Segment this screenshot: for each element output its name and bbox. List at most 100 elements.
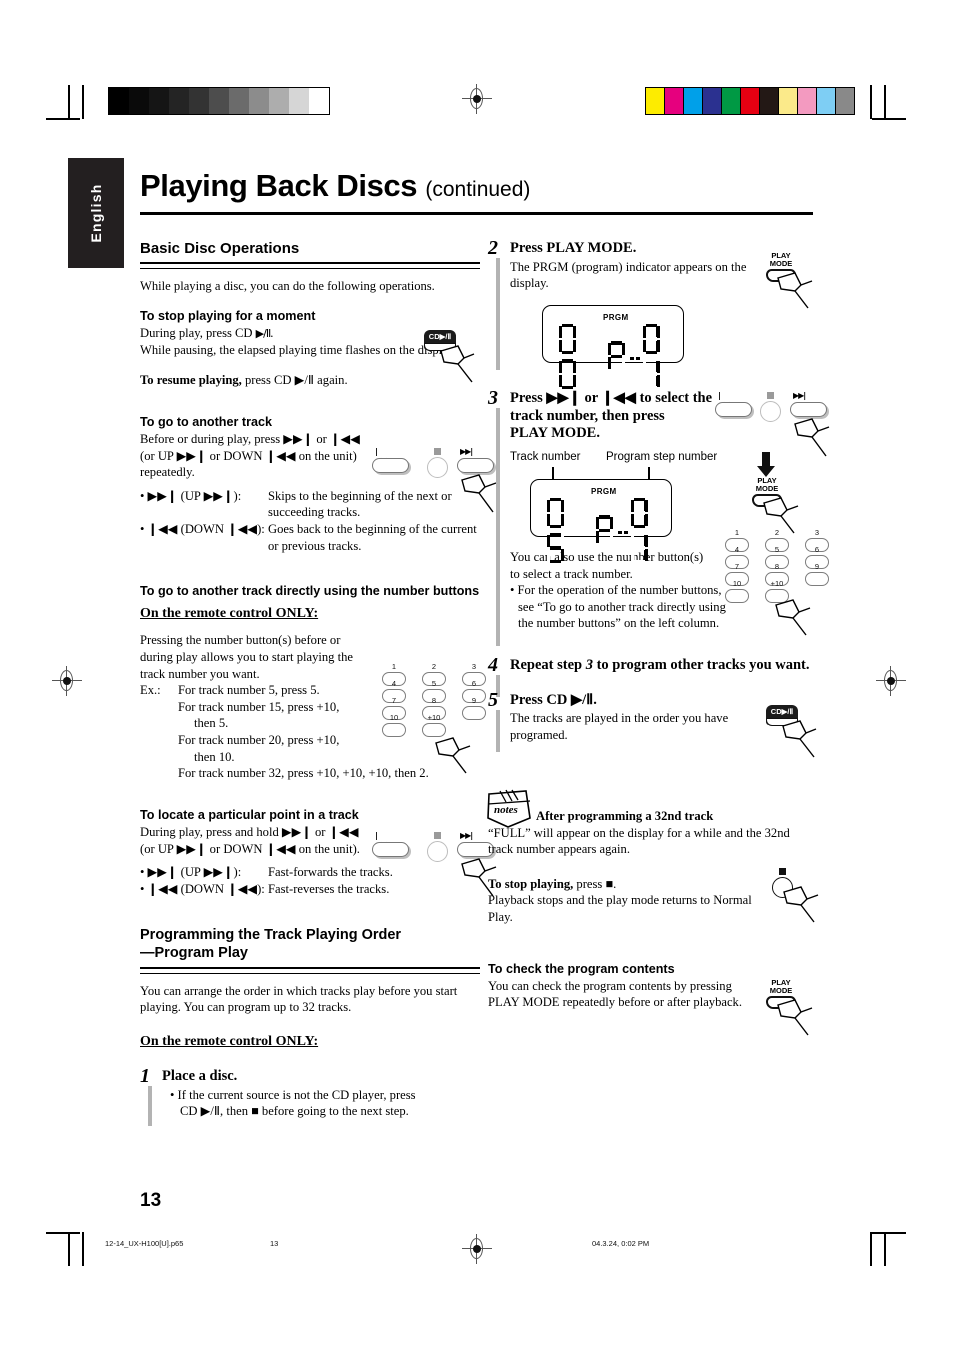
- skip-back-button[interactable]: [372, 842, 409, 857]
- right-column: 2 Press PLAY MODE. The PRGM (program) in…: [488, 237, 818, 1011]
- another-track-line1: Before or during play, press ▶▶❙ or ❙◀◀: [140, 431, 360, 446]
- step-5-number: 5: [488, 688, 498, 711]
- footer-page: 13: [270, 1239, 279, 1248]
- subheading-another-track: To go to another track: [140, 414, 273, 429]
- number-button-shape[interactable]: [462, 706, 486, 720]
- bullet-value: Skips to the beginning of the next or su…: [268, 488, 452, 520]
- to-stop-playing-line: To stop playing, press ■.: [488, 876, 818, 893]
- grayscale-swatch: [149, 88, 169, 114]
- color-swatch: [722, 88, 741, 114]
- crop-mark-bl2: [82, 1232, 84, 1266]
- color-swatch: [646, 88, 665, 114]
- number-button-shape[interactable]: [382, 723, 406, 737]
- skip-back-button[interactable]: [715, 402, 752, 417]
- subheading-number-buttons: To go to another track directly using th…: [140, 584, 480, 599]
- step-2-number: 2: [488, 237, 498, 259]
- seven-segment-digit: [559, 358, 576, 389]
- play-mode-button-art-1[interactable]: PLAY MODE: [766, 251, 813, 309]
- pointing-hand-icon: [782, 720, 817, 758]
- language-tab-label: English: [88, 183, 104, 243]
- locate-point-bullets: • ▶▶❙ (UP ▶▶❙): Fast-forwards the tracks…: [140, 864, 480, 897]
- another-track-bullets: • ▶▶❙ (UP ▶▶❙): Skips to the beginning o…: [140, 488, 480, 554]
- grayscale-swatch: [129, 88, 149, 114]
- play-mode-button-label: PLAY MODE: [769, 251, 793, 268]
- step-1-number: 1: [140, 1064, 150, 1087]
- stop-square-icon: [767, 392, 774, 399]
- number-button-label: 9: [471, 696, 477, 705]
- number-button-10[interactable]: 10: [382, 713, 406, 737]
- lcd-display-step3: PRGM: [530, 478, 672, 563]
- number-button-label: 7: [734, 562, 740, 571]
- number-button-label: 2: [774, 528, 780, 537]
- stop-button[interactable]: [760, 401, 781, 422]
- step-4-title-pre: Repeat step: [510, 657, 586, 674]
- number-button-label: 6: [471, 679, 477, 688]
- resume-playing-bold: To resume playing,: [140, 373, 242, 388]
- play-mode-button-art-3[interactable]: PLAY MODE: [766, 979, 813, 1036]
- skip-forward-label: ▶▶|: [460, 447, 473, 456]
- crop-mark-tl-h: [46, 118, 80, 120]
- number-button-shape[interactable]: [805, 572, 829, 586]
- cd-play-pause-button-label: CD▶/Ⅱ: [770, 707, 794, 716]
- bullet-value: Goes back to the beginning of the curren…: [268, 522, 477, 553]
- program-step-digits: [642, 323, 683, 394]
- lcd-display-step2: PRGM: [542, 304, 684, 389]
- number-button-label: 5: [774, 545, 780, 554]
- subheading-locate-point: To locate a particular point in a track: [140, 807, 359, 822]
- dash-dots: [617, 518, 629, 548]
- program-play-para: You can arrange the order in which track…: [140, 983, 458, 1015]
- cd-play-pause-button-art-1[interactable]: CD▶/Ⅱ: [424, 330, 475, 383]
- register-mark-left: [52, 666, 82, 696]
- skip-back-button[interactable]: [372, 458, 409, 473]
- seven-segment-digit: [547, 497, 564, 528]
- step-1: 1 Place a disc. • If the current source …: [140, 1064, 480, 1126]
- notes-icon: notes: [486, 788, 544, 828]
- notes-icon-label: notes: [494, 804, 518, 816]
- number-button-label: 10: [389, 713, 399, 722]
- crop-mark-tr2: [870, 85, 872, 119]
- title-rule: [140, 212, 813, 215]
- grayscale-calibration-bar: [108, 87, 330, 115]
- section-rule-2: [140, 966, 480, 974]
- number-button-label: 3: [471, 662, 477, 671]
- manual-page: English Playing Back Discs (continued) B…: [0, 0, 954, 1353]
- number-keypad-left[interactable]: 1 2 3 4 5 6 7 8 9 10 +10: [382, 662, 486, 740]
- check-program-body: You can check the program contents by pr…: [488, 978, 742, 1010]
- stop-button[interactable]: [427, 841, 448, 862]
- play-mode-button-art-2[interactable]: PLAY MODE: [752, 477, 799, 534]
- color-swatch: [703, 88, 722, 114]
- register-mark-right: [876, 666, 906, 696]
- number-button-shape[interactable]: [725, 589, 749, 603]
- program-prefix: [608, 341, 629, 376]
- seven-segment-digit: [559, 323, 576, 354]
- crop-mark-tr-v: [884, 85, 886, 119]
- skip-forward-button[interactable]: [790, 402, 827, 417]
- register-mark-top: [462, 84, 492, 114]
- language-tab: English: [68, 158, 124, 268]
- number-button-10[interactable]: 10: [725, 579, 749, 603]
- number-button-label: +10: [427, 713, 441, 722]
- bullet-key: • ▶▶❙ (UP ▶▶❙):: [140, 488, 242, 503]
- step-1-title: Place a disc.: [162, 1067, 238, 1084]
- locate-point-line1: During play, press and hold ▶▶❙ or ❙◀◀: [140, 824, 359, 839]
- number-button-label: 6: [814, 545, 820, 554]
- pointing-hand-icon: [777, 999, 813, 1036]
- track-digits: [559, 323, 599, 394]
- footer-timestamp: 04.3.24, 0:02 PM: [592, 1239, 650, 1248]
- stop-button[interactable]: [427, 457, 448, 478]
- stop-square-icon: [434, 832, 441, 839]
- section-heading-program-play-line1: Programming the Track Playing Order: [140, 927, 402, 944]
- number-button-9[interactable]: 9: [462, 696, 486, 720]
- callout-program-step-number: Program step number: [606, 450, 718, 463]
- step-3-number: 3: [488, 386, 498, 409]
- step-4-title: Repeat step 3 to program other tracks yo…: [510, 657, 818, 675]
- page-title: Playing Back Discs (continued): [140, 168, 530, 204]
- list-item: • ❙◀◀ (DOWN ❙◀◀): Goes back to the begin…: [140, 521, 480, 554]
- grayscale-swatch: [249, 88, 269, 114]
- remote-only-note-2: On the remote control ONLY:: [140, 1033, 319, 1049]
- prgm-indicator: PRGM: [603, 312, 629, 322]
- number-button-9[interactable]: 9: [805, 562, 829, 586]
- cd-play-pause-button-art-2[interactable]: CD▶/Ⅱ: [766, 705, 817, 758]
- prgm-indicator: PRGM: [591, 486, 617, 496]
- number-keypad-right[interactable]: 1 2 3 4 5 6 7 8 9 10 +10: [725, 528, 829, 606]
